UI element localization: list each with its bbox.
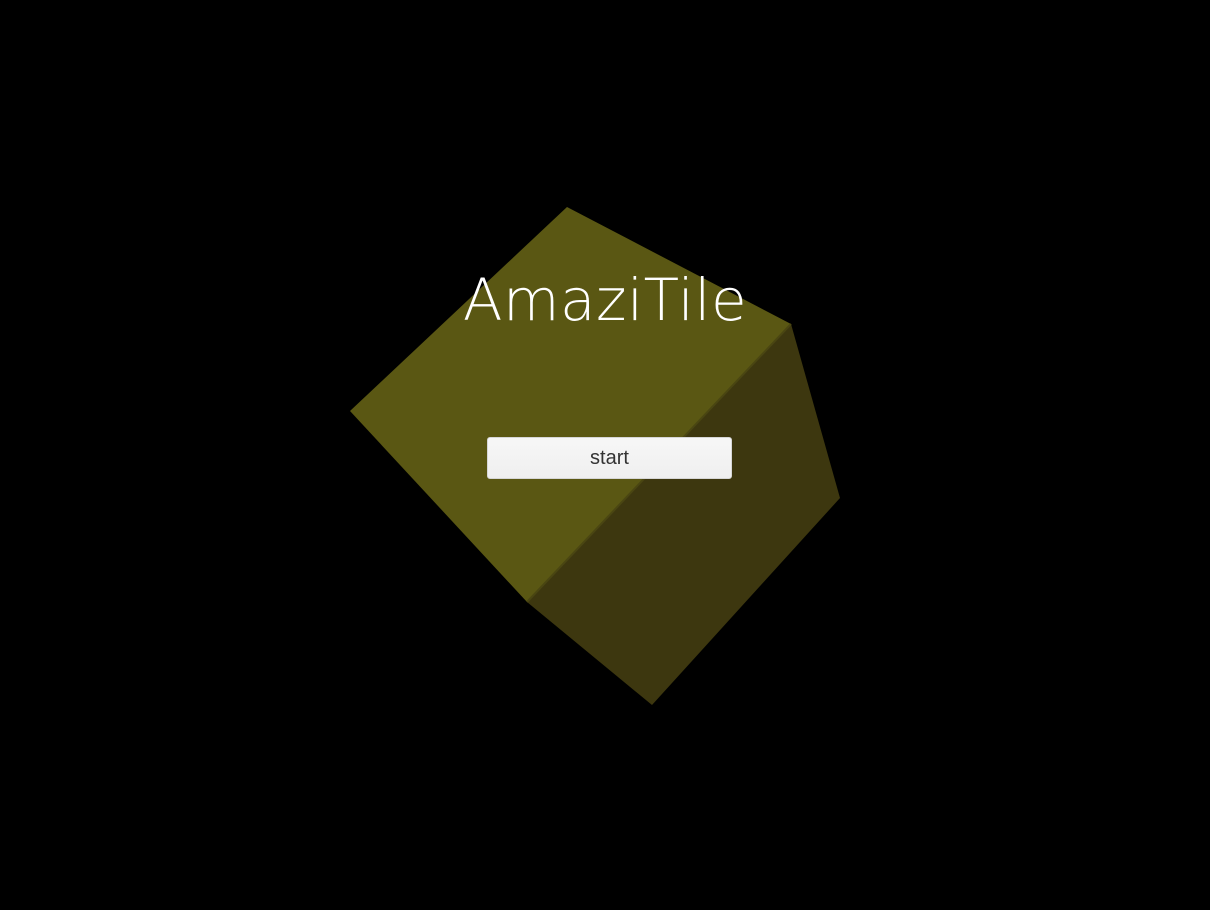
game-title: AmaziTile (462, 266, 748, 334)
game-stage: AmaziTile start (0, 0, 1210, 910)
start-button[interactable]: start (487, 437, 732, 479)
